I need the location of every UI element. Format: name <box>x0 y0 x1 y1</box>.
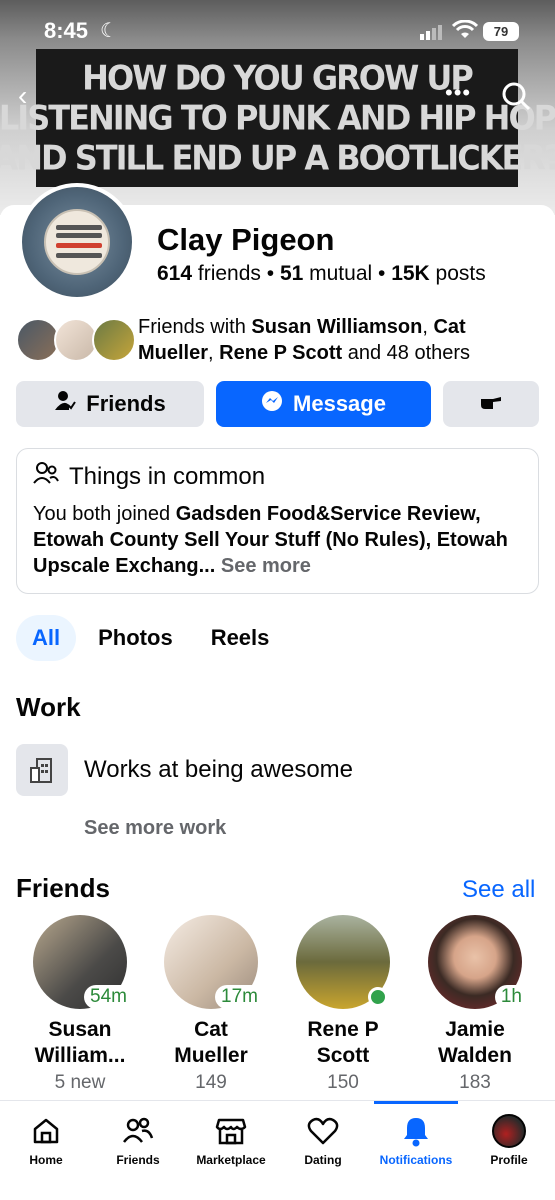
things-in-common-card[interactable]: Things in common You both joined Gadsden… <box>16 448 539 594</box>
wifi-icon <box>451 19 479 45</box>
mutual-friends-text[interactable]: Friends with Susan Williamson, Cat Muell… <box>138 314 538 366</box>
tab-marketplace[interactable]: Marketplace <box>190 1113 272 1167</box>
tab-home[interactable]: Home <box>20 1113 72 1167</box>
profile-name: Clay Pigeon <box>157 222 335 257</box>
message-button[interactable]: Message <box>216 381 431 427</box>
friends-label: friends • <box>192 262 280 285</box>
tab-profile-label: Profile <box>490 1153 528 1167</box>
posts-label: posts <box>429 262 486 285</box>
cover-banner-text: HOW DO YOU GROW UP LISTENING TO PUNK AND… <box>0 49 555 187</box>
mutual-count: 51 <box>279 262 304 285</box>
profile-stats[interactable]: 614 friends • 51 mutual • 15K posts <box>157 262 486 286</box>
friend-card[interactable]: Rene P Scott 150 <box>277 915 409 1097</box>
friend-card[interactable]: 54m Susan William... 5 new <box>14 915 146 1097</box>
friend-count: 183 <box>459 1072 491 1093</box>
message-button-label: Message <box>293 391 386 416</box>
avatar <box>296 915 390 1009</box>
friend-count: 5 new <box>54 1072 106 1093</box>
friend-check-icon <box>54 390 77 418</box>
profile-avatar[interactable] <box>18 183 136 301</box>
tab-notifications-label: Notifications <box>379 1153 453 1167</box>
poke-button[interactable] <box>443 381 539 427</box>
avatar: 1h <box>428 915 528 1009</box>
profile-tabs: All Photos Reels <box>16 615 285 661</box>
active-tab-indicator <box>374 1101 458 1104</box>
active-time-badge: 1h <box>494 985 528 1009</box>
work-item[interactable]: Works at being awesome <box>16 744 536 796</box>
online-indicator <box>368 987 388 1007</box>
tab-photos[interactable]: Photos <box>82 615 189 661</box>
active-time-badge: 17m <box>215 985 264 1009</box>
friends-count: 614 <box>157 262 193 285</box>
mutual-label: mutual • <box>303 262 392 285</box>
cover-line: LISTENING TO PUNK AND HIP HOP <box>0 98 555 138</box>
more-options-icon[interactable]: ••• <box>445 80 471 106</box>
friend-card[interactable]: 1h Jamie Walden 183 <box>409 915 541 1097</box>
back-icon[interactable]: ‹ <box>18 80 27 112</box>
cover-line: AND STILL END UP A BOOTLICKER? <box>0 138 555 178</box>
tab-reels[interactable]: Reels <box>195 615 286 661</box>
things-in-common-title: Things in common <box>69 462 266 490</box>
signal-icon <box>420 24 444 45</box>
posts-count: 15K <box>391 262 430 285</box>
friends-icon <box>110 1113 166 1149</box>
hand-point-icon <box>479 391 503 417</box>
friend-name: Jamie Walden <box>438 1018 512 1067</box>
tab-marketplace-label: Marketplace <box>196 1153 266 1167</box>
moon-icon: ☾ <box>100 20 118 42</box>
friends-heading: Friends <box>16 873 110 903</box>
friends-button-label: Friends <box>86 391 166 416</box>
things-in-common-header: Things in common <box>33 461 265 492</box>
avatar <box>492 1114 526 1148</box>
tab-dating-label: Dating <box>304 1153 342 1167</box>
tab-profile[interactable]: Profile <box>484 1113 534 1167</box>
friend-count: 149 <box>195 1072 227 1093</box>
people-icon <box>33 461 59 492</box>
messenger-icon <box>261 390 283 418</box>
work-text: Works at being awesome <box>84 756 354 783</box>
work-heading: Work <box>16 692 81 722</box>
battery-indicator: 79 <box>483 22 519 41</box>
avatar-pin-image <box>44 209 110 275</box>
bell-icon <box>372 1113 460 1149</box>
tab-friends-label: Friends <box>116 1153 160 1167</box>
mutual-friend-avatars[interactable] <box>16 318 136 362</box>
active-time-badge: 54m <box>84 985 133 1009</box>
search-icon[interactable] <box>500 80 532 117</box>
tab-home-label: Home <box>29 1153 63 1167</box>
see-all-friends-link[interactable]: See all <box>462 876 535 904</box>
friend-count: 150 <box>327 1072 359 1093</box>
storefront-icon <box>190 1113 272 1149</box>
things-in-common-body: You both joined Gadsden Food&Service Rev… <box>33 503 508 577</box>
cover-line: HOW DO YOU GROW UP <box>82 58 474 98</box>
building-icon <box>16 744 68 796</box>
avatar: 17m <box>164 915 264 1009</box>
bottom-tab-bar: Home Friends Marketplace Dating Notifica… <box>0 1100 555 1200</box>
friend-name: Cat Mueller <box>174 1018 248 1067</box>
avatar <box>92 318 136 362</box>
friend-card[interactable]: 17m Cat Mueller 149 <box>145 915 277 1097</box>
tab-dating[interactable]: Dating <box>298 1113 348 1167</box>
status-bar: 8:45 ☾ 79 <box>0 14 555 50</box>
status-time: 8:45 <box>44 18 89 43</box>
friend-name: Susan William... <box>34 1018 126 1067</box>
friends-button[interactable]: Friends <box>16 381 204 427</box>
tab-notifications[interactable]: Notifications <box>372 1113 460 1167</box>
see-more-link[interactable]: See more <box>221 555 311 577</box>
tab-friends[interactable]: Friends <box>110 1113 166 1167</box>
avatar: 54m <box>33 915 133 1009</box>
see-more-work-link[interactable]: See more work <box>84 817 226 840</box>
home-icon <box>20 1113 72 1149</box>
friend-name: Rene P Scott <box>307 1018 379 1067</box>
tab-all[interactable]: All <box>16 615 77 661</box>
heart-icon <box>298 1113 348 1149</box>
